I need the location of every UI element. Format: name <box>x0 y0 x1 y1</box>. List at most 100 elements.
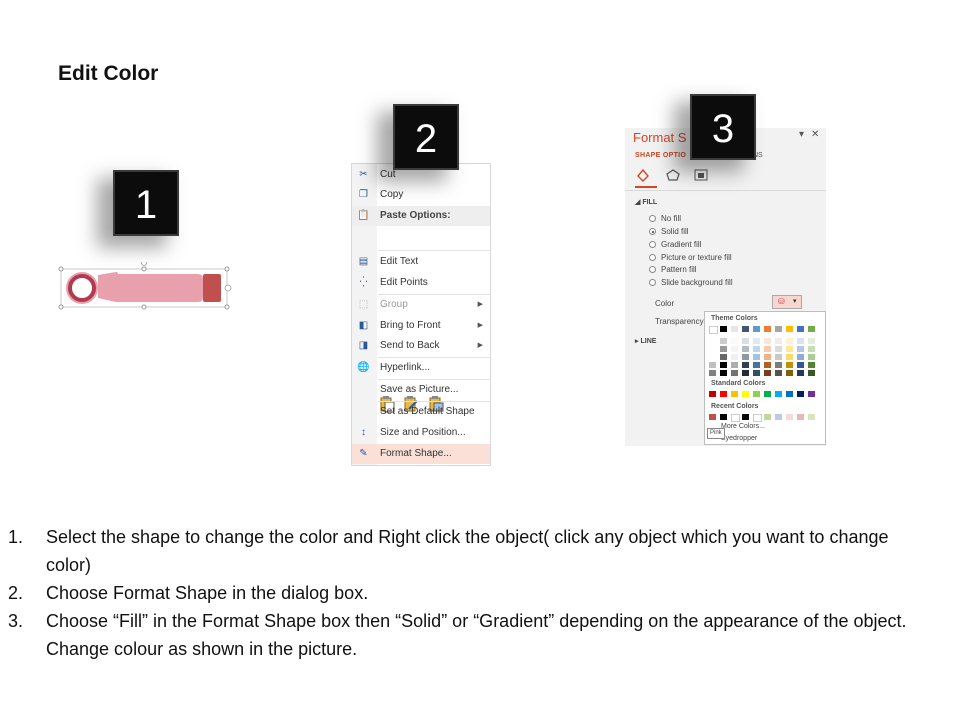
theme-color-swatch[interactable] <box>775 338 782 344</box>
theme-color-swatch[interactable] <box>808 346 815 352</box>
line-section-header[interactable]: ▸ LINE <box>635 337 656 345</box>
theme-color-swatch[interactable] <box>709 338 716 344</box>
theme-color-swatch[interactable] <box>709 362 716 368</box>
standard-color-swatch[interactable] <box>764 391 771 397</box>
theme-color-swatch[interactable] <box>764 354 771 360</box>
recent-color-swatch[interactable] <box>808 414 815 420</box>
theme-color-swatch[interactable] <box>753 338 760 344</box>
theme-color-swatch[interactable] <box>797 326 804 332</box>
menu-item-format-shape[interactable]: ✎ Format Shape... <box>352 444 490 464</box>
theme-color-swatch[interactable] <box>808 338 815 344</box>
recent-color-swatch[interactable] <box>786 414 793 420</box>
theme-color-swatch[interactable] <box>731 362 738 368</box>
effects-icon[interactable] <box>665 168 681 182</box>
theme-color-swatch[interactable] <box>742 338 749 344</box>
theme-color-swatch[interactable] <box>753 362 760 368</box>
theme-color-swatch[interactable] <box>797 338 804 344</box>
standard-color-swatch[interactable] <box>786 391 793 397</box>
recent-color-swatch[interactable] <box>753 414 762 422</box>
recent-color-swatch[interactable] <box>797 414 804 420</box>
standard-color-swatch[interactable] <box>808 391 815 397</box>
theme-color-swatch[interactable] <box>797 354 804 360</box>
theme-color-swatch[interactable] <box>786 370 793 376</box>
theme-color-swatch[interactable] <box>775 346 782 352</box>
theme-color-swatch[interactable] <box>764 370 771 376</box>
menu-item-bring-to-front[interactable]: ◧ Bring to Front ▶ <box>352 316 490 336</box>
recent-color-swatch[interactable] <box>764 414 771 420</box>
theme-color-swatch[interactable] <box>786 346 793 352</box>
menu-item-send-to-back[interactable]: ◨ Send to Back ▶ <box>352 336 490 356</box>
theme-color-swatch[interactable] <box>709 346 716 352</box>
theme-color-swatch[interactable] <box>720 354 727 360</box>
theme-color-swatch[interactable] <box>764 338 771 344</box>
theme-color-swatch[interactable] <box>709 354 716 360</box>
theme-color-swatch[interactable] <box>720 370 727 376</box>
theme-color-swatch[interactable] <box>797 362 804 368</box>
theme-color-swatch[interactable] <box>775 370 782 376</box>
theme-color-swatch[interactable] <box>786 362 793 368</box>
theme-color-swatch[interactable] <box>786 326 793 332</box>
fill-color-button[interactable]: ⛁ ▾ <box>772 295 802 309</box>
close-icon[interactable]: ✕ <box>811 129 819 140</box>
standard-color-swatch[interactable] <box>742 391 749 397</box>
theme-color-swatch[interactable] <box>753 370 760 376</box>
theme-color-swatch[interactable] <box>775 362 782 368</box>
theme-color-swatch[interactable] <box>731 354 738 360</box>
standard-color-swatch[interactable] <box>731 391 738 397</box>
shape-options-tab[interactable]: SHAPE OPTIO <box>635 152 686 159</box>
theme-color-swatch[interactable] <box>775 354 782 360</box>
standard-color-swatch[interactable] <box>797 391 804 397</box>
theme-color-swatch[interactable] <box>808 362 815 368</box>
selected-shape[interactable] <box>58 262 234 312</box>
theme-color-swatch[interactable] <box>764 346 771 352</box>
eyedropper-item[interactable]: Eyedropper <box>721 435 757 442</box>
standard-color-swatch[interactable] <box>753 391 760 397</box>
recent-color-swatch[interactable] <box>742 414 749 420</box>
menu-item-set-default-shape[interactable]: Set as Default Shape <box>352 402 490 422</box>
menu-item-save-as-picture[interactable]: Save as Picture... <box>352 380 490 400</box>
theme-color-swatch[interactable] <box>764 326 771 332</box>
theme-color-swatch[interactable] <box>720 338 727 344</box>
theme-color-swatch[interactable] <box>720 346 727 352</box>
recent-color-swatch[interactable] <box>709 414 716 420</box>
theme-color-swatch[interactable] <box>764 362 771 368</box>
standard-color-swatch[interactable] <box>709 391 716 397</box>
menu-item-edit-points[interactable]: ⁛ Edit Points <box>352 273 490 293</box>
theme-color-swatch[interactable] <box>808 326 815 332</box>
recent-color-swatch[interactable] <box>775 414 782 420</box>
menu-item-copy[interactable]: ❐ Copy <box>352 185 490 205</box>
theme-color-swatch[interactable] <box>797 346 804 352</box>
theme-color-swatch[interactable] <box>808 370 815 376</box>
theme-color-swatch[interactable] <box>742 370 749 376</box>
theme-color-swatch[interactable] <box>775 326 782 332</box>
theme-color-swatch[interactable] <box>786 354 793 360</box>
fill-line-icon[interactable] <box>635 168 651 182</box>
standard-color-swatch[interactable] <box>720 391 727 397</box>
theme-color-swatch[interactable] <box>720 326 727 332</box>
theme-color-swatch[interactable] <box>720 362 727 368</box>
theme-color-swatch[interactable] <box>786 338 793 344</box>
more-colors-item[interactable]: More Colors... <box>721 423 765 430</box>
fill-section-header[interactable]: ◢ FILL <box>635 198 657 206</box>
theme-color-swatch[interactable] <box>742 346 749 352</box>
standard-color-swatch[interactable] <box>775 391 782 397</box>
theme-color-swatch[interactable] <box>709 370 716 376</box>
menu-item-group[interactable]: ⬚ Group ▶ <box>352 295 490 315</box>
theme-color-swatch[interactable] <box>731 338 738 344</box>
theme-color-swatch[interactable] <box>731 370 738 376</box>
theme-color-swatch[interactable] <box>742 354 749 360</box>
theme-color-swatch[interactable] <box>742 362 749 368</box>
menu-item-size-position[interactable]: ↕ Size and Position... <box>352 423 490 443</box>
theme-color-swatch[interactable] <box>797 370 804 376</box>
theme-color-swatch[interactable] <box>742 326 749 332</box>
theme-color-swatch[interactable] <box>753 354 760 360</box>
recent-color-swatch[interactable] <box>731 414 740 422</box>
theme-color-swatch[interactable] <box>731 346 738 352</box>
recent-color-swatch[interactable] <box>720 414 727 420</box>
theme-color-swatch[interactable] <box>753 346 760 352</box>
size-properties-icon[interactable] <box>693 168 709 182</box>
theme-color-swatch[interactable] <box>753 326 760 332</box>
menu-item-hyperlink[interactable]: 🌐 Hyperlink... <box>352 358 490 378</box>
pane-options-icon[interactable]: ▾ <box>799 129 804 140</box>
rotate-handle[interactable] <box>141 262 147 266</box>
